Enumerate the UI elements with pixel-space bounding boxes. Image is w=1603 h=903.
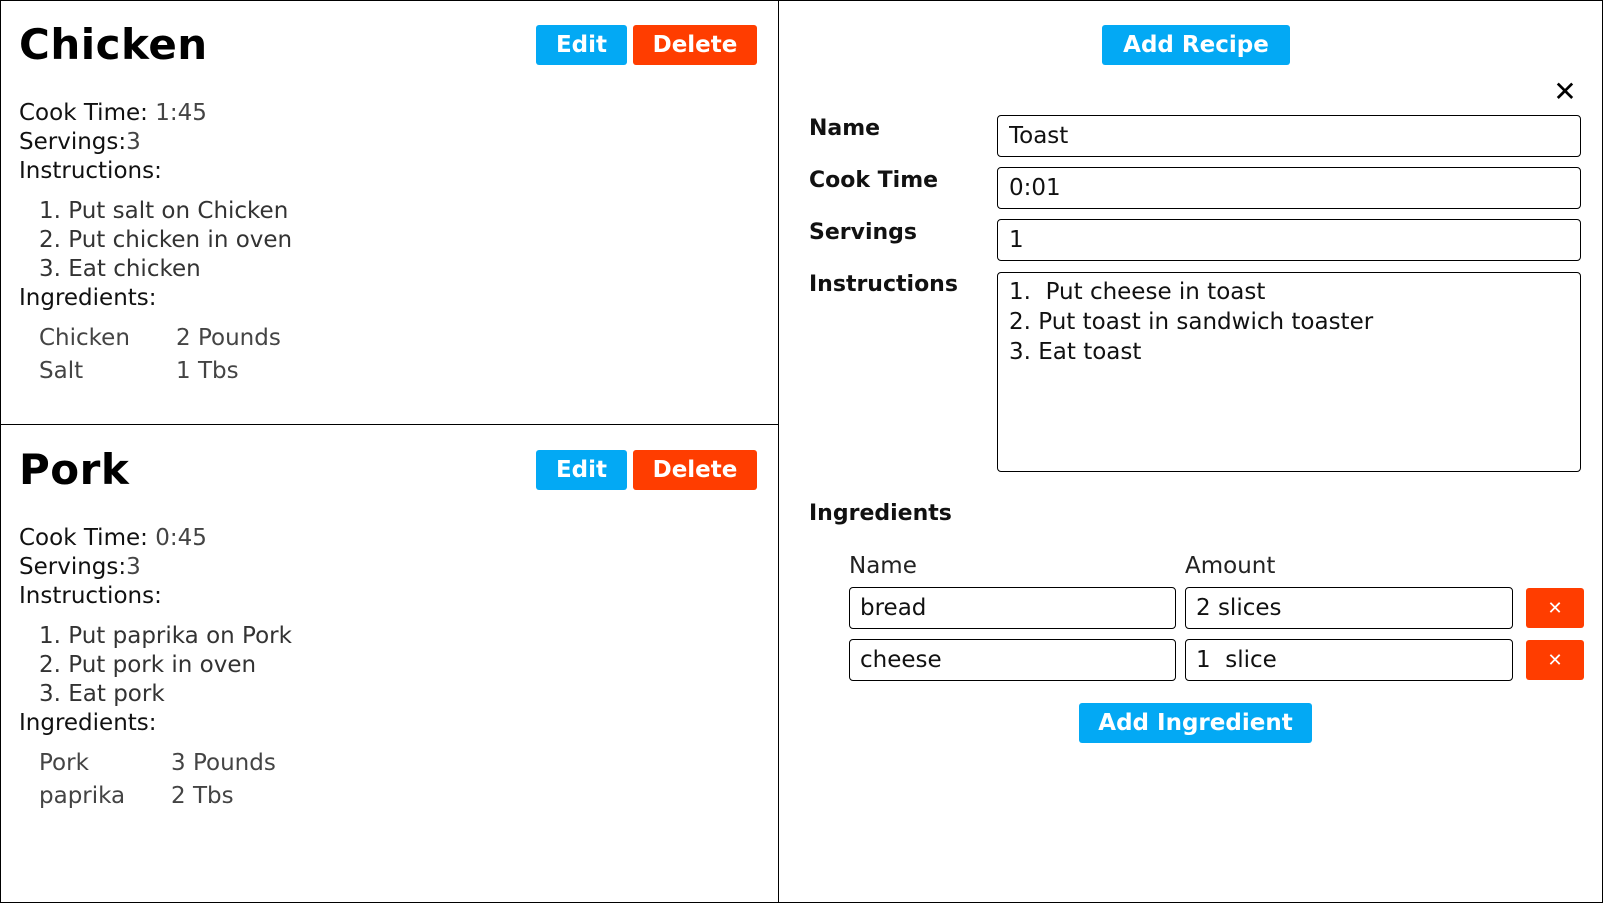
ingredient-amount: 1 Tbs xyxy=(176,357,239,384)
ingredient-name-header: Name xyxy=(849,553,917,579)
cook-time-input[interactable] xyxy=(997,167,1581,209)
recipe-card: Chicken Edit Delete Cook Time: 1:45 Serv… xyxy=(1,1,778,425)
servings-value: 3 xyxy=(126,129,141,155)
add-ingredient-button[interactable]: Add Ingredient xyxy=(1079,703,1312,743)
ingredient-row: paprika 2 Tbs xyxy=(39,779,276,812)
ingredient-amount: 3 Pounds xyxy=(171,749,276,776)
recipe-form-panel: Add Recipe ✕ Name Cook Time Servings Ins… xyxy=(779,1,1602,902)
ingredients-table: Pork 3 Pounds paprika 2 Tbs xyxy=(39,746,276,812)
delete-button[interactable]: Delete xyxy=(633,450,757,490)
ingredient-row: Pork 3 Pounds xyxy=(39,746,276,779)
ingredient-name: Pork xyxy=(39,749,89,776)
ingredient-name-input[interactable] xyxy=(849,639,1176,681)
instruction-step: 3. Eat pork xyxy=(39,681,165,707)
ingredients-table: Chicken 2 Pounds Salt 1 Tbs xyxy=(39,321,281,387)
ingredient-row: Chicken 2 Pounds xyxy=(39,321,281,354)
instructions-list: 1. Put salt on Chicken 2. Put chicken in… xyxy=(39,197,292,284)
edit-button[interactable]: Edit xyxy=(536,25,627,65)
edit-button[interactable]: Edit xyxy=(536,450,627,490)
cook-time-label: Cook Time: xyxy=(19,525,148,551)
ingredient-name-input[interactable] xyxy=(849,587,1176,629)
servings-label: Servings xyxy=(809,220,918,245)
ingredient-amount-header: Amount xyxy=(1185,553,1276,579)
name-label: Name xyxy=(809,116,881,141)
recipe-card: Pork Edit Delete Cook Time: 0:45 Serving… xyxy=(1,426,778,902)
add-recipe-button[interactable]: Add Recipe xyxy=(1102,25,1290,65)
ingredient-row: Salt 1 Tbs xyxy=(39,354,281,387)
instructions-textarea[interactable]: 1. Put cheese in toast 2. Put toast in s… xyxy=(997,272,1581,472)
instruction-step: 1. Put paprika on Pork xyxy=(39,623,292,649)
servings-line: Servings:3 xyxy=(19,553,141,581)
remove-ingredient-button[interactable]: ✕ xyxy=(1526,640,1584,680)
instruction-step: 2. Put chicken in oven xyxy=(39,227,293,253)
ingredient-amount: 2 Tbs xyxy=(171,782,234,809)
cook-time-label: Cook Time xyxy=(809,168,939,193)
cook-time-line: Cook Time: 1:45 xyxy=(19,99,207,127)
remove-ingredient-button[interactable]: ✕ xyxy=(1526,588,1584,628)
cook-time-label: Cook Time: xyxy=(19,100,148,126)
recipe-app: Chicken Edit Delete Cook Time: 1:45 Serv… xyxy=(0,0,1603,903)
cook-time-line: Cook Time: 0:45 xyxy=(19,524,207,552)
servings-input[interactable] xyxy=(997,219,1581,261)
recipe-list: Chicken Edit Delete Cook Time: 1:45 Serv… xyxy=(1,1,779,902)
instruction-step: 3. Eat chicken xyxy=(39,256,201,282)
instruction-step: 1. Put salt on Chicken xyxy=(39,198,289,224)
ingredients-label: Ingredients: xyxy=(19,285,157,311)
servings-value: 3 xyxy=(126,554,141,580)
instructions-list: 1. Put paprika on Pork 2. Put pork in ov… xyxy=(39,622,292,709)
cook-time-value: 1:45 xyxy=(155,100,207,126)
instructions-label: Instructions: xyxy=(19,583,162,609)
ingredient-amount: 2 Pounds xyxy=(176,324,281,351)
instructions-label: Instructions xyxy=(809,272,958,297)
cook-time-value: 0:45 xyxy=(155,525,207,551)
ingredient-amount-input[interactable] xyxy=(1185,639,1513,681)
ingredient-name: Chicken xyxy=(39,324,130,351)
ingredient-name: paprika xyxy=(39,782,126,809)
delete-button[interactable]: Delete xyxy=(633,25,757,65)
name-input[interactable] xyxy=(997,115,1581,157)
instructions-label: Instructions: xyxy=(19,158,162,184)
instruction-step: 2. Put pork in oven xyxy=(39,652,257,678)
servings-label: Servings: xyxy=(19,129,127,155)
ingredients-label: Ingredients: xyxy=(19,710,157,736)
servings-label: Servings: xyxy=(19,554,127,580)
ingredient-name: Salt xyxy=(39,357,84,384)
recipe-title: Chicken xyxy=(19,20,208,69)
ingredient-amount-input[interactable] xyxy=(1185,587,1513,629)
servings-line: Servings:3 xyxy=(19,128,141,156)
close-icon[interactable]: ✕ xyxy=(1552,77,1578,107)
ingredients-heading: Ingredients xyxy=(809,501,952,526)
recipe-title: Pork xyxy=(19,445,130,494)
